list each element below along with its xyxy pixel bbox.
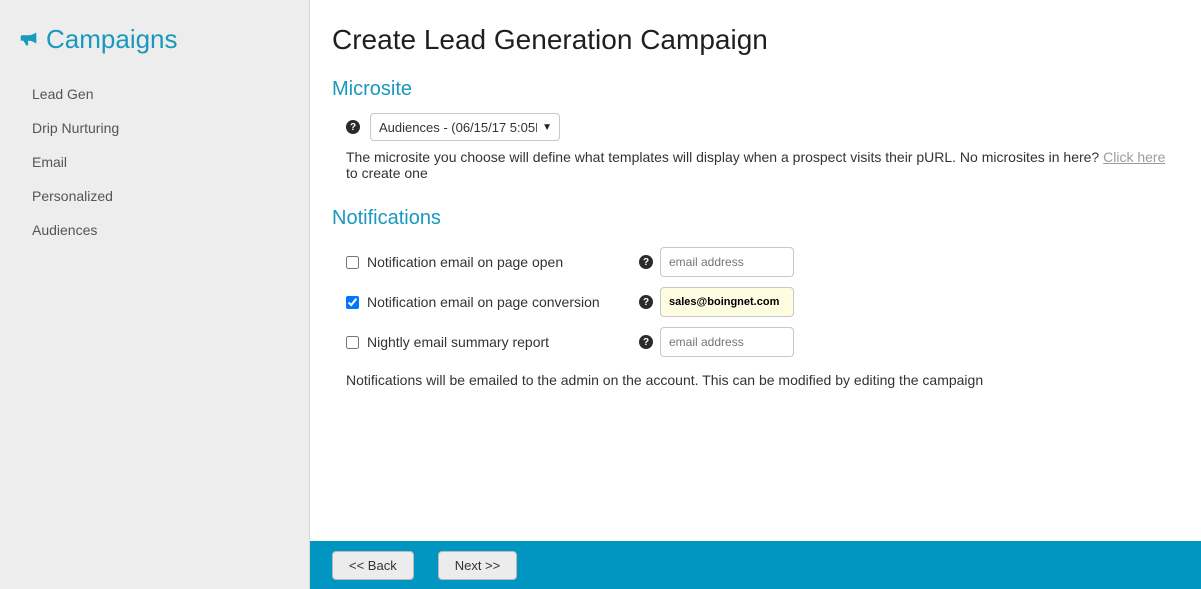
sidebar: Campaigns Lead Gen Drip Nurturing Email … <box>0 0 310 589</box>
microsite-note-prefix: The microsite you choose will define wha… <box>346 149 1103 165</box>
microsite-section: Microsite ? Audiences - (06/15/17 5:05PM… <box>332 78 1179 181</box>
help-icon[interactable]: ? <box>639 335 653 349</box>
page-title: Create Lead Generation Campaign <box>332 24 1179 56</box>
sidebar-title: Campaigns <box>46 24 178 55</box>
notifications-note: Notifications will be emailed to the adm… <box>346 372 1179 388</box>
main: Create Lead Generation Campaign Microsit… <box>310 0 1201 589</box>
help-icon[interactable]: ? <box>346 120 360 134</box>
sidebar-nav: Lead Gen Drip Nurturing Email Personaliz… <box>18 77 309 247</box>
notifications-section: Notifications Notification email on page… <box>332 207 1179 388</box>
sidebar-item-email[interactable]: Email <box>32 145 309 179</box>
sidebar-item-personalized[interactable]: Personalized <box>32 179 309 213</box>
back-button[interactable]: << Back <box>332 551 414 580</box>
page-open-email-input[interactable] <box>660 247 794 277</box>
microsite-select-value: Audiences - (06/15/17 5:05PM) <box>379 120 537 135</box>
nightly-summary-checkbox[interactable] <box>346 336 359 349</box>
sidebar-item-lead-gen[interactable]: Lead Gen <box>32 77 309 111</box>
microsite-select[interactable]: Audiences - (06/15/17 5:05PM) ▼ <box>370 113 560 141</box>
page-open-label: Notification email on page open <box>367 254 563 270</box>
notification-row-page-open: Notification email on page open ? <box>346 242 1179 282</box>
footer-bar: << Back Next >> <box>310 541 1201 589</box>
notification-rows: Notification email on page open ? Notifi… <box>346 242 1179 362</box>
sidebar-header: Campaigns <box>18 24 309 55</box>
nightly-summary-label: Nightly email summary report <box>367 334 549 350</box>
page-open-checkbox[interactable] <box>346 256 359 269</box>
microsite-note: The microsite you choose will define wha… <box>346 149 1179 181</box>
megaphone-icon <box>18 27 40 52</box>
page-conversion-email-input[interactable] <box>660 287 794 317</box>
notification-row-nightly-summary: Nightly email summary report ? <box>346 322 1179 362</box>
sidebar-item-audiences[interactable]: Audiences <box>32 213 309 247</box>
microsite-section-title: Microsite <box>332 78 1179 101</box>
page-conversion-label: Notification email on page conversion <box>367 294 600 310</box>
content: Create Lead Generation Campaign Microsit… <box>310 0 1201 541</box>
page-conversion-checkbox[interactable] <box>346 296 359 309</box>
help-icon[interactable]: ? <box>639 255 653 269</box>
notifications-section-title: Notifications <box>332 207 1179 230</box>
notification-row-page-conversion: Notification email on page conversion ? <box>346 282 1179 322</box>
nightly-summary-email-input[interactable] <box>660 327 794 357</box>
next-button[interactable]: Next >> <box>438 551 518 580</box>
sidebar-item-drip-nurturing[interactable]: Drip Nurturing <box>32 111 309 145</box>
microsite-note-suffix: to create one <box>346 165 428 181</box>
chevron-down-icon: ▼ <box>542 122 552 133</box>
help-icon[interactable]: ? <box>639 295 653 309</box>
microsite-click-here-link[interactable]: Click here <box>1103 149 1165 165</box>
microsite-row: ? Audiences - (06/15/17 5:05PM) ▼ <box>346 113 1179 141</box>
